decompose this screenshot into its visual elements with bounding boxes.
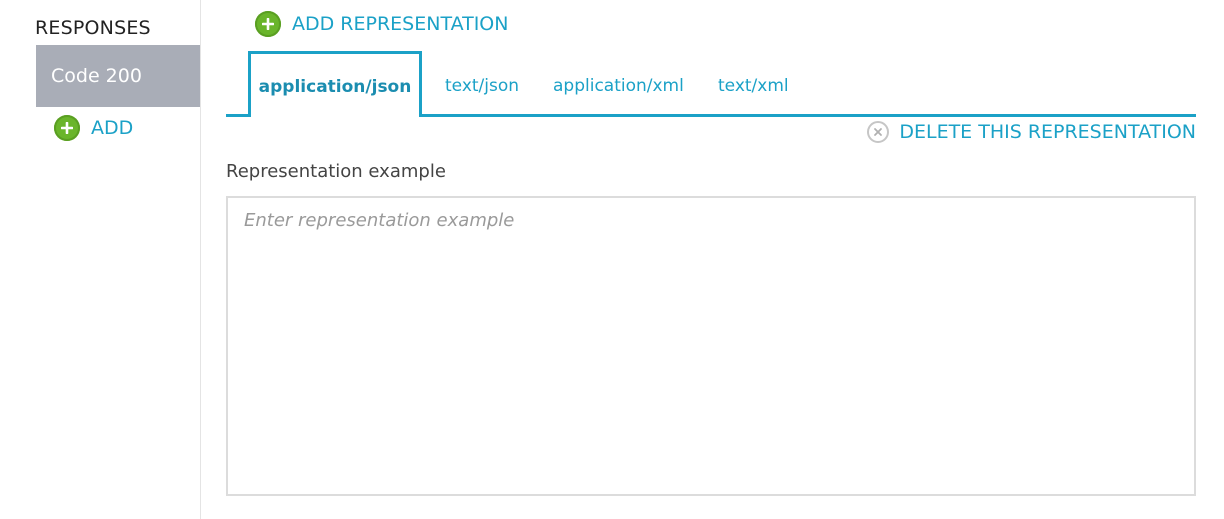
- close-circle-icon: [867, 121, 890, 143]
- response-item-code-200[interactable]: Code 200: [36, 45, 200, 107]
- tab-text-xml[interactable]: text/xml: [718, 51, 789, 114]
- add-representation-label: ADD REPRESENTATION: [292, 13, 509, 35]
- plus-circle-icon: [255, 11, 281, 37]
- responses-title: RESPONSES: [35, 17, 151, 39]
- responses-sidebar: RESPONSES Code 200 ADD: [0, 0, 201, 519]
- tab-text-json[interactable]: text/json: [445, 51, 519, 114]
- tab-application-xml[interactable]: application/xml: [553, 51, 684, 114]
- delete-representation-button[interactable]: DELETE THIS REPRESENTATION: [867, 121, 1196, 143]
- add-representation-button[interactable]: ADD REPRESENTATION: [255, 11, 508, 37]
- delete-representation-label: DELETE THIS REPRESENTATION: [899, 121, 1196, 143]
- representation-tabs: application/json text/json application/x…: [226, 51, 1196, 117]
- add-response-button[interactable]: ADD: [54, 115, 133, 141]
- plus-circle-icon: [54, 115, 80, 141]
- add-response-label: ADD: [91, 117, 134, 139]
- representation-example-input[interactable]: [226, 196, 1196, 496]
- representation-example-label: Representation example: [226, 161, 446, 182]
- tab-application-json[interactable]: application/json: [248, 51, 422, 117]
